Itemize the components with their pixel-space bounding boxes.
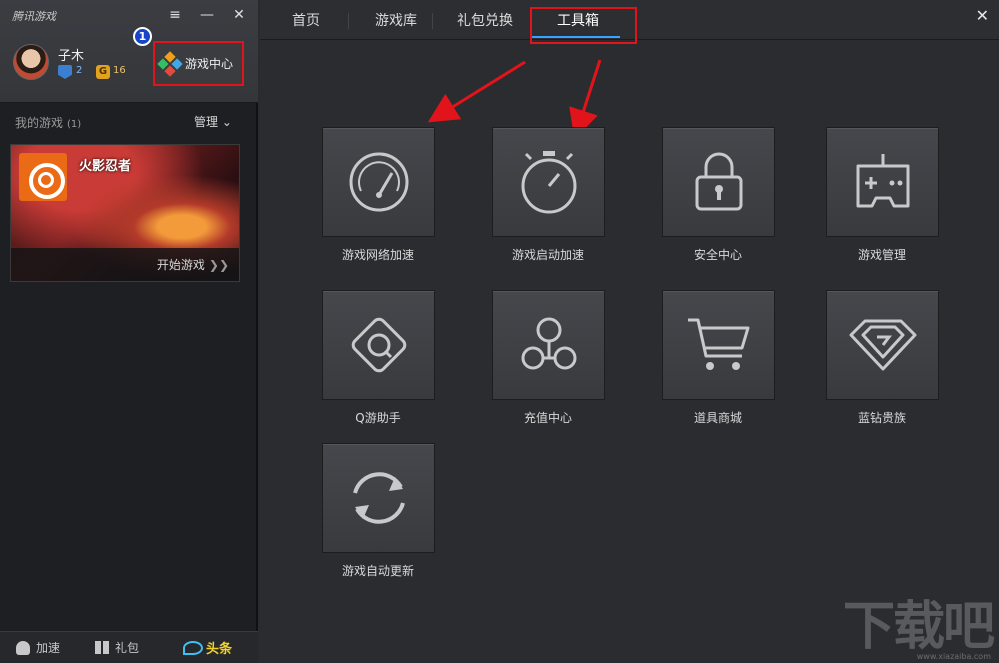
tab-library[interactable]: 游戏库 bbox=[375, 10, 417, 30]
tab-divider bbox=[348, 13, 349, 29]
tile-network-accel[interactable] bbox=[322, 127, 435, 237]
avatar[interactable] bbox=[13, 44, 49, 80]
watermark-url: www.xiazaiba.com bbox=[916, 652, 991, 661]
lock-icon bbox=[695, 152, 742, 211]
toolbox-highlight-box bbox=[530, 7, 637, 44]
tile-launch-accel-label: 游戏启动加速 bbox=[511, 248, 584, 262]
my-games-header: 我的游戏 (1) bbox=[15, 114, 81, 131]
double-chevron-icon: ❯❯ bbox=[208, 258, 229, 272]
left-panel: 腾讯游戏 ≡ — ✕ 子木 2 G 16 1 游戏中心 我的游戏 (1) 管理 ⌄… bbox=[0, 0, 258, 663]
menu-icon[interactable]: ≡ bbox=[168, 6, 182, 24]
tile-game-manage[interactable] bbox=[826, 127, 939, 237]
arrow-to-network-speed bbox=[427, 60, 526, 123]
g-level: 16 bbox=[113, 65, 126, 76]
brand-label: 腾讯游戏 bbox=[12, 10, 56, 23]
gamepad-icon bbox=[856, 154, 909, 208]
game-card[interactable]: 火影忍者 开始游戏 ❯❯ bbox=[10, 144, 240, 282]
tile-blue-diamond[interactable] bbox=[826, 290, 939, 400]
close-panel-icon[interactable]: ✕ bbox=[976, 6, 989, 25]
tab-divider bbox=[432, 13, 433, 29]
vip-shield-icon bbox=[58, 65, 72, 79]
arrow-to-launch-speed bbox=[569, 59, 602, 140]
close-icon[interactable]: ✕ bbox=[232, 6, 246, 24]
tile-security-center-label: 安全中心 bbox=[693, 248, 742, 262]
q-assistant-icon bbox=[351, 317, 406, 373]
bottom-bar: 加速 礼包 头条 bbox=[0, 631, 258, 663]
tile-security-center[interactable] bbox=[662, 127, 775, 237]
tile-q-assistant[interactable] bbox=[322, 290, 435, 400]
user-header: 腾讯游戏 ≡ — ✕ 子木 2 G 16 1 游戏中心 bbox=[0, 0, 258, 103]
my-games-label: 我的游戏 bbox=[15, 116, 64, 130]
game-center-icon bbox=[157, 50, 183, 77]
recharge-icon bbox=[521, 317, 576, 370]
bottom-news-button[interactable]: 头条 bbox=[183, 638, 232, 657]
news-logo-icon bbox=[183, 640, 203, 655]
tile-auto-update-label: 游戏自动更新 bbox=[341, 564, 414, 578]
stopwatch-icon bbox=[521, 151, 576, 214]
tile-network-accel-label: 游戏网络加速 bbox=[341, 248, 414, 262]
tile-blue-diamond-label: 蓝钻贵族 bbox=[857, 411, 906, 425]
main-panel: 首页 游戏库 礼包兑换 工具箱 ✕ 游戏网络加速 游戏启动加速 安全中心 游戏管… bbox=[260, 0, 999, 663]
g-badge-icon: G bbox=[96, 65, 110, 79]
tab-gift-exchange[interactable]: 礼包兑换 bbox=[457, 10, 513, 30]
tile-auto-update[interactable] bbox=[322, 443, 435, 553]
game-center-label: 游戏中心 bbox=[185, 57, 234, 71]
tile-item-mall[interactable] bbox=[662, 290, 775, 400]
window-controls: ≡ — ✕ bbox=[168, 6, 246, 24]
tile-recharge-center[interactable] bbox=[492, 290, 605, 400]
tile-game-manage-label: 游戏管理 bbox=[857, 248, 906, 262]
app-window: 腾讯游戏 ≡ — ✕ 子木 2 G 16 1 游戏中心 我的游戏 (1) 管理 ⌄… bbox=[0, 0, 999, 663]
step-marker: 1 bbox=[133, 27, 152, 46]
bottom-speed-button[interactable]: 加速 bbox=[16, 639, 60, 656]
game-center-button[interactable]: 游戏中心 bbox=[153, 41, 244, 86]
tile-launch-accel[interactable] bbox=[492, 127, 605, 237]
minimize-icon[interactable]: — bbox=[200, 6, 214, 24]
tile-recharge-center-label: 充值中心 bbox=[523, 411, 572, 425]
start-game-label: 开始游戏 bbox=[156, 258, 205, 272]
speedometer-icon bbox=[349, 152, 408, 212]
manage-button[interactable]: 管理 ⌄ bbox=[194, 113, 232, 130]
bottom-speed-label: 加速 bbox=[36, 641, 61, 655]
my-games-count: (1) bbox=[67, 119, 82, 130]
game-title: 火影忍者 bbox=[79, 159, 132, 174]
tab-home[interactable]: 首页 bbox=[292, 10, 320, 30]
bottom-news-label: 头条 bbox=[206, 642, 233, 657]
tile-item-mall-label: 道具商城 bbox=[693, 411, 742, 425]
cart-icon bbox=[687, 318, 749, 370]
naruto-logo-icon bbox=[19, 153, 67, 201]
diamond-icon bbox=[849, 319, 916, 371]
bottom-gift-label: 礼包 bbox=[115, 641, 140, 655]
rocket-icon bbox=[16, 640, 30, 655]
tile-q-assistant-label: Q游助手 bbox=[355, 411, 401, 425]
gift-icon bbox=[95, 641, 109, 654]
refresh-icon bbox=[352, 472, 405, 524]
bottom-gift-button[interactable]: 礼包 bbox=[95, 639, 139, 656]
watermark-logo: 下载吧 bbox=[842, 597, 995, 657]
tab-bar: 首页 游戏库 礼包兑换 工具箱 ✕ bbox=[260, 0, 999, 44]
v-level: 2 bbox=[76, 65, 83, 76]
start-game-button[interactable]: 开始游戏 ❯❯ bbox=[157, 256, 229, 273]
username: 子木 bbox=[58, 49, 85, 64]
game-card-bar: 开始游戏 ❯❯ bbox=[11, 248, 239, 281]
